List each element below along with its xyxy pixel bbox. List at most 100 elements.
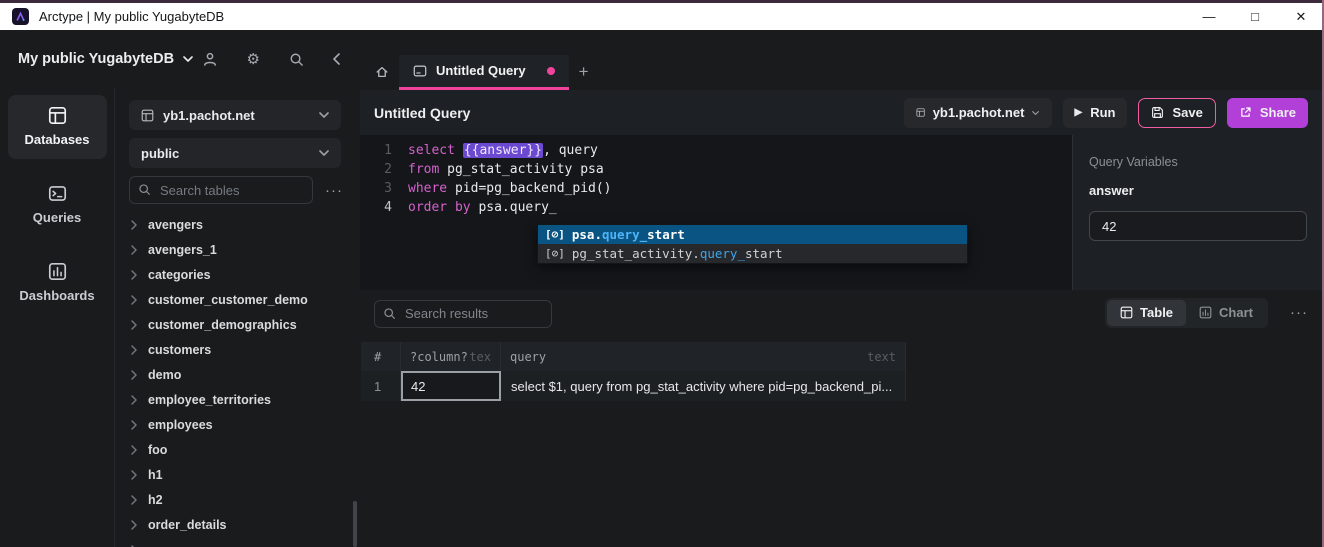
search-icon [383,307,396,320]
field-icon: [⊘] [545,247,565,260]
results-section: Table Chart ··· # ?column? tex quer [360,290,1322,547]
chevron-right-icon [131,295,137,305]
chevron-right-icon [131,495,137,505]
search-results-input[interactable] [374,300,552,328]
workspace-name: My public YugabyteDB [18,51,174,67]
home-tab-button[interactable] [369,59,395,85]
code-line: 1 select {{answer}}, query [360,141,1072,160]
table-list-item[interactable]: customers [116,337,360,362]
autocomplete-popup: [⊘] psa.query_start [⊘] pg_stat_activity… [537,224,968,264]
line-number: 1 [360,141,392,160]
queries-icon [8,184,107,203]
run-button[interactable]: ▶ Run [1063,98,1128,128]
connection-name: yb1.pachot.net [163,108,255,123]
field-icon: [⊘] [545,228,565,241]
table-list-item-partial[interactable] [116,537,360,547]
autocomplete-item-selected[interactable]: [⊘] psa.query_start [538,225,967,244]
nav-rail: Databases Queries Dashboards [0,88,115,547]
window-title: Arctype | My public YugabyteDB [39,9,224,24]
template-variable: {{answer}} [463,143,543,158]
user-icon[interactable] [202,51,218,67]
sidebar-item-label: Databases [8,132,107,147]
table-list-item[interactable]: employee_territories [116,387,360,412]
view-table-button[interactable]: Table [1107,300,1186,326]
scrollbar-thumb[interactable] [353,501,357,547]
table-list-item[interactable]: customer_customer_demo [116,287,360,312]
table-list-item[interactable]: foo [116,437,360,462]
index-column-header[interactable]: # [361,342,401,371]
sidebar-item-queries[interactable]: Queries [8,173,107,237]
table-list-item[interactable]: order_details [116,512,360,537]
tab-untitled-query[interactable]: Untitled Query [399,55,569,90]
sql-editor[interactable]: 1 select {{answer}}, query 2 from pg_sta… [360,135,1072,290]
table-list-item[interactable]: categories [116,262,360,287]
main-area: Untitled Query + Untitled Query yb1.pach… [360,30,1322,547]
minimize-button[interactable]: — [1186,3,1232,30]
results-grid: # ?column? tex query text 1 42 select $1… [361,342,906,401]
sidebar-item-label: Dashboards [8,288,107,303]
table-list-item[interactable]: demo [116,362,360,387]
column-type: text [867,350,896,364]
chevron-down-icon [319,150,329,156]
autocomplete-item[interactable]: [⊘] pg_stat_activity.query_start [538,244,967,263]
results-more-button[interactable]: ··· [1290,305,1308,320]
chevron-right-icon [131,270,137,280]
selected-cell[interactable]: 42 [401,371,501,401]
chevron-down-icon [319,112,329,118]
query-connection-select[interactable]: yb1.pachot.net [904,98,1052,128]
window-titlebar: Arctype | My public YugabyteDB — □ ✕ [0,0,1324,30]
query-variables-panel: Query Variables answer [1072,135,1322,290]
arctype-logo-icon [12,8,29,25]
unsaved-dot [547,67,555,75]
line-number: 4 [360,198,392,217]
table-list-item[interactable]: h2 [116,487,360,512]
save-button[interactable]: Save [1138,98,1215,128]
chevron-right-icon [131,320,137,330]
column-header[interactable]: ?column? tex [401,342,501,371]
chevron-right-icon [131,395,137,405]
chart-view-icon [1199,306,1212,319]
chevron-right-icon [131,245,137,255]
table-grid-icon [141,109,154,122]
chevron-down-icon [1032,110,1039,116]
table-list-item[interactable]: customer_demographics [116,312,360,337]
variable-value-input[interactable] [1089,211,1307,241]
new-tab-button[interactable]: + [569,57,599,87]
column-header[interactable]: query text [501,342,906,371]
settings-gear-icon[interactable]: ⚙ [247,52,260,67]
chevron-right-icon [131,345,137,355]
share-button[interactable]: Share [1227,98,1308,128]
dashboards-icon [8,262,107,281]
chevron-right-icon [131,520,137,530]
sidebar-item-dashboards[interactable]: Dashboards [8,251,107,315]
workspace-switcher[interactable]: My public YugabyteDB [18,51,193,67]
tables-list: avengers avengers_1 categories customer_… [116,212,360,547]
maximize-button[interactable]: □ [1232,3,1278,30]
query-title: Untitled Query [374,105,470,121]
chevron-right-icon [131,445,137,455]
row-index[interactable]: 1 [361,371,401,401]
connection-select[interactable]: yb1.pachot.net [129,100,341,130]
schema-select[interactable]: public [129,138,341,168]
table-list-item[interactable]: avengers [116,212,360,237]
line-number: 2 [360,160,392,179]
home-icon [375,65,389,79]
variable-name: answer [1089,183,1306,198]
collapse-sidebar-icon[interactable] [333,53,340,65]
table-list-item[interactable]: h1 [116,462,360,487]
tables-more-button[interactable]: ··· [325,183,343,198]
query-variables-title: Query Variables [1089,155,1306,169]
databases-icon [8,106,107,125]
close-button[interactable]: ✕ [1278,3,1324,30]
chevron-right-icon [131,220,137,230]
sidebar-item-databases[interactable]: Databases [8,95,107,159]
chevron-right-icon [131,470,137,480]
table-list-item[interactable]: employees [116,412,360,437]
cell-column1[interactable]: 42 [401,371,501,401]
search-tables-input[interactable] [129,176,313,204]
view-chart-button[interactable]: Chart [1186,300,1266,326]
search-icon[interactable] [289,52,304,67]
table-grid-icon [916,106,925,119]
table-list-item[interactable]: avengers_1 [116,237,360,262]
cell-query[interactable]: select $1, query from pg_stat_activity w… [501,371,906,401]
